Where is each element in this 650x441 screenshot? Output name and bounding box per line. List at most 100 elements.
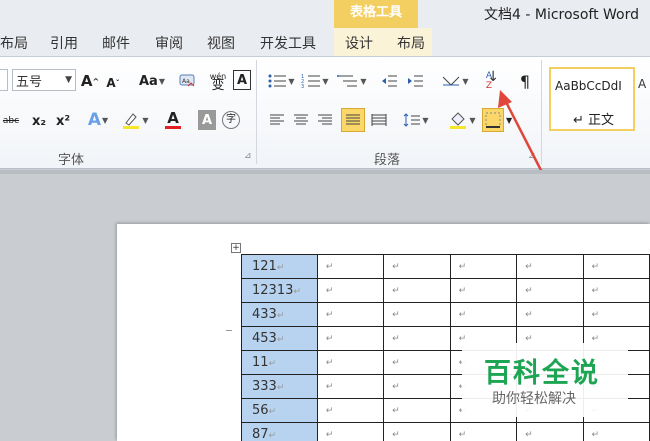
table-cell[interactable]: ↵	[516, 302, 584, 327]
paragraph-mark: ↵	[276, 383, 285, 393]
table-cell[interactable]: ↵	[383, 422, 451, 441]
align-left-button[interactable]	[266, 110, 288, 130]
table-cell[interactable]: 433↵	[241, 302, 318, 327]
clear-format-icon[interactable]: Aa	[176, 70, 198, 92]
table-cell[interactable]: ↵	[383, 254, 451, 279]
paragraph-mark: ↵	[276, 311, 285, 321]
table-move-handle-icon[interactable]: +	[231, 243, 241, 253]
table-cell[interactable]: ↵	[449, 278, 518, 303]
change-case-button[interactable]: Aa ▼	[137, 70, 167, 92]
table-cell[interactable]: ↵	[516, 254, 584, 279]
subscript-button[interactable]: x₂	[28, 110, 50, 132]
table-cell[interactable]: ↵	[316, 326, 385, 351]
multilevel-list-button[interactable]: ▼	[334, 70, 370, 92]
align-right-button[interactable]	[314, 110, 336, 130]
table-cell[interactable]: ↵	[316, 398, 385, 423]
line-spacing-button[interactable]: ▼	[400, 110, 432, 130]
font-dialog-launcher-icon[interactable]: ⊿	[244, 151, 252, 161]
table-cell[interactable]: ↵	[383, 278, 451, 303]
table-row: 433↵ ↵ ↵ ↵ ↵ ↵	[241, 302, 650, 327]
tab-table-layout[interactable]: 布局	[397, 33, 425, 53]
paint-bucket-icon	[450, 112, 467, 129]
table-cell[interactable]: ↵	[383, 374, 451, 399]
table-cell[interactable]: ↵	[582, 302, 650, 327]
table-cell[interactable]: ↵	[516, 422, 584, 441]
bullets-button[interactable]: ▼	[266, 70, 296, 92]
table-cell[interactable]: ↵	[383, 398, 451, 423]
char-shading-button[interactable]: A	[198, 110, 216, 130]
highlighter-icon	[123, 113, 140, 129]
table-cell[interactable]: 333↵	[241, 374, 318, 399]
paragraph-mark: ↵	[268, 407, 277, 417]
font-size-value: 五号	[16, 74, 43, 90]
superscript-button[interactable]: x²	[52, 110, 74, 132]
table-cell[interactable]: 12313↵	[241, 278, 318, 303]
cell-value: 12313	[252, 283, 294, 298]
text-effect-button[interactable]: A ▼	[84, 109, 112, 131]
tab-mailings[interactable]: 邮件	[102, 33, 130, 53]
tab-references[interactable]: 引用	[50, 33, 78, 53]
font-color-icon: A	[167, 109, 179, 127]
table-cell[interactable]: ↵	[449, 302, 518, 327]
table-cell[interactable]: 121↵	[241, 254, 318, 279]
table-cell[interactable]: ↵	[383, 302, 451, 327]
distributed-button[interactable]	[368, 110, 390, 130]
align-center-button[interactable]	[290, 110, 312, 130]
cell-value: 56	[252, 403, 269, 418]
table-cell[interactable]: ↵	[383, 326, 451, 351]
table-cell[interactable]: ↵	[316, 302, 385, 327]
shrink-font-button[interactable]: Aˇ	[104, 72, 122, 94]
table-cell[interactable]: ↵	[316, 374, 385, 399]
table-cell[interactable]: 453↵	[241, 326, 318, 351]
table-cell[interactable]: 56↵	[241, 398, 318, 423]
table-cell[interactable]: ↵	[582, 278, 650, 303]
style-name: ↵ 正文	[573, 113, 615, 128]
enclosed-char-button[interactable]: 字	[220, 109, 242, 131]
font-color-button[interactable]: A	[156, 109, 190, 131]
increase-indent-button[interactable]	[404, 70, 426, 92]
tab-view[interactable]: 视图	[207, 33, 235, 53]
font-group-label: 字体	[58, 153, 85, 168]
font-name-combo[interactable]	[0, 69, 8, 91]
svg-text:3: 3	[301, 84, 304, 89]
decrease-indent-button[interactable]	[378, 70, 400, 92]
char-border-button[interactable]: A	[233, 70, 251, 90]
paragraph-mark: ↵	[293, 287, 301, 297]
table-row: 12313↵ ↵ ↵ ↵ ↵ ↵	[241, 278, 650, 303]
tab-developer[interactable]: 开发工具	[260, 33, 316, 53]
justify-button[interactable]	[341, 108, 365, 132]
table-cell[interactable]: ↵	[383, 350, 451, 375]
table-cell[interactable]: 87↵	[241, 422, 318, 441]
phonetic-guide-button[interactable]: wén 变	[206, 68, 230, 94]
sort-arrow-icon: ↓	[487, 69, 499, 85]
document-title: 文档4 - Microsoft Word	[484, 7, 640, 23]
table-cell[interactable]: 11↵	[241, 350, 318, 375]
chinese-layout-button[interactable]: ▼	[438, 70, 472, 92]
font-size-combo[interactable]: 五号 ▼	[12, 69, 76, 91]
table-cell[interactable]: ↵	[516, 278, 584, 303]
paragraph-group-label: 段落	[374, 153, 401, 168]
table-cell[interactable]: ↵	[449, 422, 518, 441]
style-normal[interactable]: AaBbCcDdI ↵ 正文	[549, 67, 635, 131]
table-cell[interactable]: ↵	[316, 278, 385, 303]
paragraph-mark: ↵	[276, 335, 285, 345]
table-row: 87↵ ↵ ↵ ↵ ↵ ↵	[241, 422, 650, 441]
strikethrough-button[interactable]: abc	[0, 110, 22, 132]
svg-text:Aa: Aa	[182, 78, 190, 85]
highlight-color-button[interactable]: ▼	[118, 109, 152, 131]
grow-font-button[interactable]: A ^	[80, 70, 100, 92]
shading-button[interactable]: ▼	[446, 109, 478, 131]
tab-page-layout[interactable]: 布局	[0, 33, 28, 53]
table-cell[interactable]: ↵	[449, 254, 518, 279]
tab-review[interactable]: 审阅	[155, 33, 183, 53]
numbering-button[interactable]: 1 2 3 ▼	[300, 70, 330, 92]
table-cell[interactable]: ↵	[582, 422, 650, 441]
table-cell[interactable]: ↵	[582, 254, 650, 279]
style-sample: AaBbCcDdI	[555, 79, 622, 93]
table-tools-header: 表格工具	[334, 0, 418, 28]
table-cell[interactable]: ↵	[316, 254, 385, 279]
tab-table-design[interactable]: 设计	[345, 33, 373, 53]
style-next-sample[interactable]: A	[638, 77, 646, 91]
table-cell[interactable]: ↵	[316, 350, 385, 375]
table-cell[interactable]: ↵	[316, 422, 385, 441]
